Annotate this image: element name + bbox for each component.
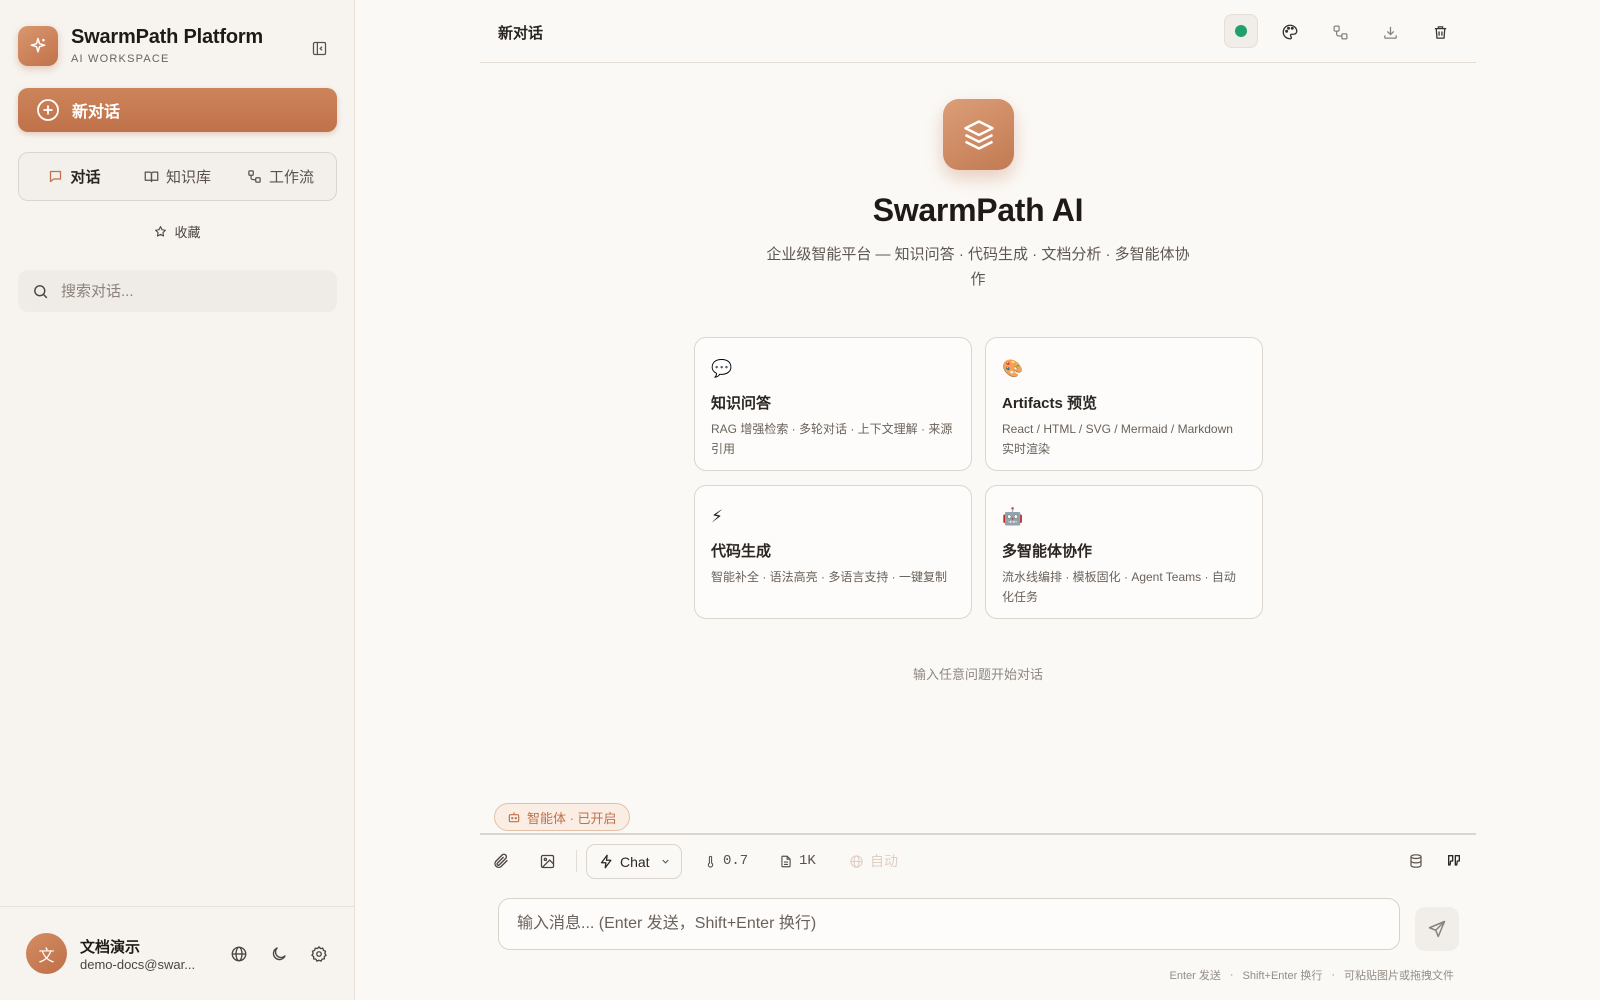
document-icon [779, 854, 799, 869]
book-icon [144, 169, 166, 184]
card-title: 代码生成 [711, 543, 772, 560]
new-chat-label: 新对话 [72, 104, 121, 121]
model-select[interactable]: Chat [586, 844, 682, 879]
feature-card-artifacts[interactable]: 🎨 Artifacts 预览 React / HTML / SVG / Merm… [985, 337, 1263, 471]
globe-icon [849, 854, 870, 869]
hint-separator: · [1331, 969, 1335, 981]
brand-subtitle: AI WORKSPACE [71, 53, 170, 65]
speech-bubble-icon: 💬 [711, 359, 733, 378]
model-select-value: Chat [620, 853, 650, 870]
lightning-icon: ⚡ [711, 507, 723, 526]
web-search-mode: 自动 [870, 853, 898, 869]
max-tokens-setting[interactable]: 1K [779, 849, 816, 873]
workflow-icon [247, 169, 269, 184]
temperature-value: 0.7 [723, 853, 749, 869]
robot-icon [507, 810, 527, 824]
download-icon[interactable] [1373, 16, 1407, 48]
message-input[interactable] [498, 898, 1400, 950]
quote-icon[interactable] [1446, 849, 1468, 873]
search-box [18, 270, 337, 312]
plus-circle-icon [36, 98, 60, 122]
temperature-setting[interactable]: 0.7 [704, 849, 748, 873]
user-email: demo-docs@swar... [80, 957, 196, 972]
paperclip-icon[interactable] [492, 849, 516, 873]
tab-chat[interactable]: 对话 [23, 157, 126, 196]
max-tokens-value: 1K [799, 853, 816, 869]
user-bar: 文 文档演示 demo-docs@swar... [0, 906, 354, 1000]
chevron-down-icon [660, 856, 671, 867]
language-globe-icon[interactable] [228, 943, 250, 965]
new-chat-button[interactable]: 新对话 [18, 88, 337, 132]
hint-shift-enter: Shift+Enter 换行 [1242, 970, 1323, 982]
workflow-icon[interactable] [1323, 16, 1357, 48]
tab-workflow-label: 工作流 [268, 169, 314, 186]
brand: SwarmPath Platform AI WORKSPACE [18, 26, 263, 66]
card-title: 多智能体协作 [1002, 543, 1093, 560]
tab-knowledge-base-label: 知识库 [165, 169, 211, 186]
tab-knowledge-base[interactable]: 知识库 [126, 157, 229, 196]
dark-mode-moon-icon[interactable] [268, 943, 290, 965]
avatar[interactable]: 文 [26, 933, 67, 974]
lightning-icon [599, 854, 614, 869]
robot-icon: 🤖 [1002, 507, 1024, 526]
feature-card-multi-agent[interactable]: 🤖 多智能体协作 流水线编排 · 模板固化 · Agent Teams · 自动… [985, 485, 1263, 619]
status-indicator[interactable] [1224, 14, 1258, 48]
feature-card-code-gen[interactable]: ⚡ 代码生成 智能补全 · 语法高亮 · 多语言支持 · 一键复制 [694, 485, 972, 619]
input-hints: Enter 发送 · Shift+Enter 换行 · 可粘贴图片或拖拽文件 [1170, 967, 1455, 983]
web-search-toggle[interactable]: 自动 [849, 849, 898, 873]
card-title: Artifacts 预览 [1002, 395, 1098, 412]
hero-title: SwarmPath AI [872, 192, 1084, 228]
hint-separator: · [1229, 969, 1234, 981]
user-name: 文档演示 [80, 939, 141, 956]
trash-icon[interactable] [1423, 16, 1457, 48]
online-status-dot [1235, 25, 1247, 37]
brand-title: SwarmPath Platform [71, 26, 264, 48]
star-icon [154, 225, 174, 238]
hint-enter-send: Enter 发送 [1169, 970, 1221, 982]
message-icon [48, 169, 70, 184]
search-icon [32, 283, 49, 300]
thermometer-icon [704, 854, 723, 869]
toolbar-separator [576, 850, 577, 872]
composer-divider [480, 833, 1476, 835]
layers-icon [943, 99, 1014, 170]
tab-workflow[interactable]: 工作流 [229, 157, 332, 196]
hint-paste-files: 可粘贴图片或拖拽文件 [1344, 970, 1454, 982]
palette-icon[interactable] [1273, 16, 1307, 48]
favorites-link[interactable]: 收藏 [0, 222, 355, 241]
search-input[interactable] [61, 282, 311, 300]
send-icon [1427, 919, 1447, 939]
card-description: RAG 增强检索 · 多轮对话 · 上下文理解 · 来源引用 [711, 422, 953, 456]
agent-badge-label: 智能体 · 已开启 [527, 810, 617, 826]
settings-gear-icon[interactable] [308, 943, 330, 965]
sidebar-tabs: 对话 知识库 工作流 [18, 152, 337, 201]
send-button[interactable] [1415, 907, 1459, 951]
sidebar: SwarmPath Platform AI WORKSPACE 新对话 对话 知… [0, 0, 355, 1000]
card-description: 智能补全 · 语法高亮 · 多语言支持 · 一键复制 [711, 570, 947, 584]
header-divider [480, 62, 1476, 63]
card-title: 知识问答 [711, 395, 772, 412]
palette-icon: 🎨 [1002, 359, 1024, 378]
card-description: 流水线编排 · 模板固化 · Agent Teams · 自动化任务 [1002, 570, 1236, 604]
start-hint: 输入任意问题开始对话 [912, 667, 1043, 682]
agent-mode-badge[interactable]: 智能体 · 已开启 [494, 803, 630, 831]
hero-subtitle: 企业级智能平台 — 知识问答 · 代码生成 · 文档分析 · 多智能体协作 [766, 246, 1190, 288]
card-description: React / HTML / SVG / Mermaid / Markdown … [1002, 422, 1233, 456]
page-title: 新对话 [498, 25, 544, 42]
sparkle-icon [18, 26, 58, 66]
feature-card-knowledge-qa[interactable]: 💬 知识问答 RAG 增强检索 · 多轮对话 · 上下文理解 · 来源引用 [694, 337, 972, 471]
tab-chat-label: 对话 [70, 169, 101, 186]
database-icon[interactable] [1408, 849, 1430, 873]
sidebar-collapse-icon[interactable] [308, 37, 330, 59]
favorites-label: 收藏 [174, 225, 201, 240]
image-upload-icon[interactable] [539, 849, 562, 873]
